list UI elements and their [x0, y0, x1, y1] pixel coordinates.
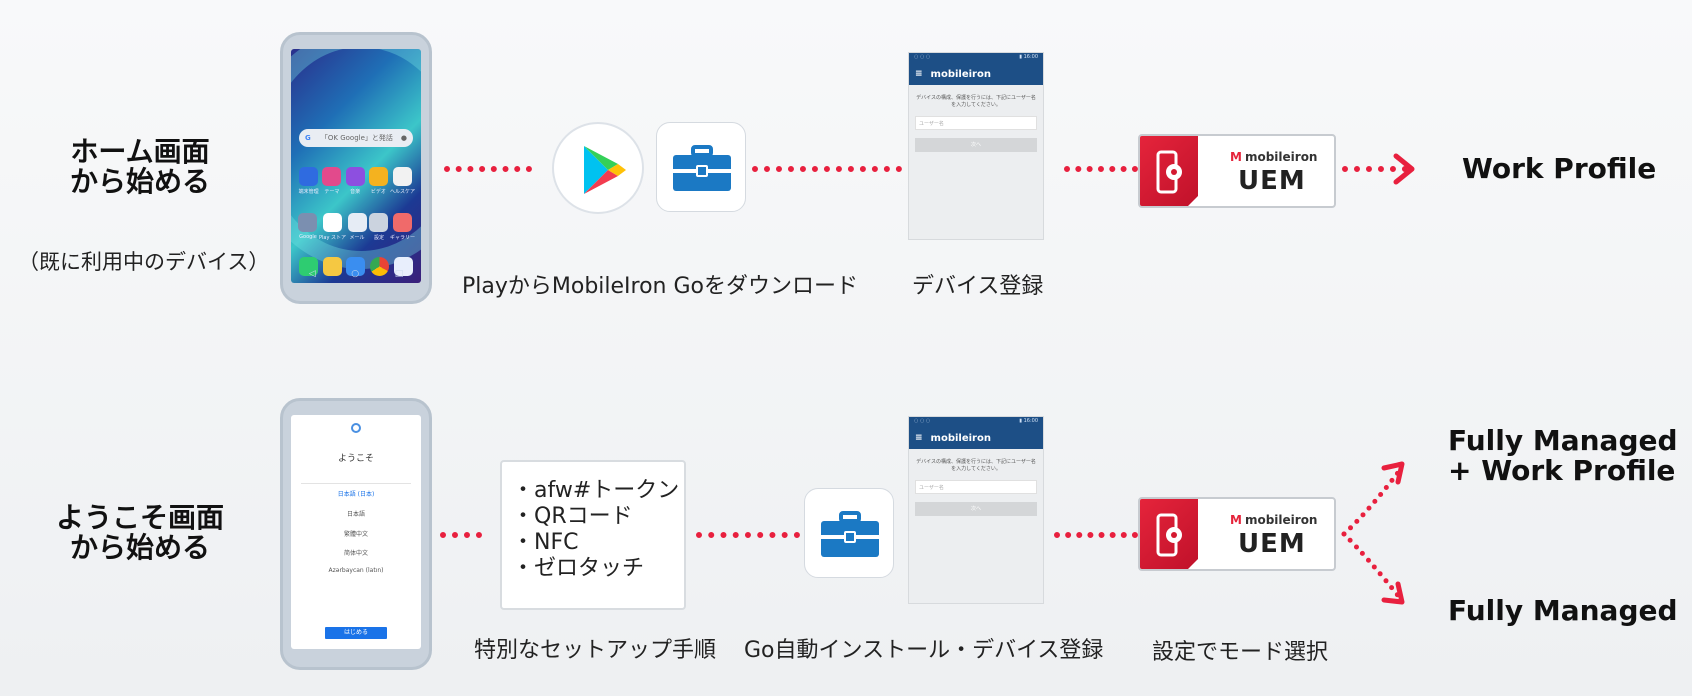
menu-icon: ≡: [915, 433, 923, 443]
row2-title-line2: から始める: [69, 531, 210, 564]
setup-method-item: ・ゼロタッチ: [512, 556, 645, 581]
uem-brand: mobileiron: [1244, 513, 1318, 527]
row2-step1-caption: 特別なセットアップ手順: [474, 638, 717, 663]
app-tile: Google: [297, 213, 319, 241]
home-screen-phone: G 「OK Google」と発話 ● 端末管理 テーマ 音楽 ビデオ ヘルスケア…: [280, 32, 432, 304]
row2-result-b: Fully Managed: [1448, 594, 1678, 627]
row2-result-a-line1: Fully Managed: [1448, 424, 1678, 457]
language-option: 日本語 (日本): [337, 491, 375, 498]
mobileiron-uem-logo: Mmobileiron UEM: [1138, 134, 1336, 208]
row2-title: ようこそ画面 から始める: [40, 503, 240, 563]
row2-step2-caption: Go自動インストール・デバイス登録: [744, 638, 1104, 663]
app-tile: ビデオ: [367, 167, 390, 195]
language-option: 繁體中文: [343, 531, 368, 538]
mi-brand: mobileiron: [930, 68, 991, 80]
connector-dots: [752, 166, 902, 172]
row2-step3-caption: 設定でモード選択: [1152, 640, 1329, 665]
app-tile: ギャラリー: [390, 213, 415, 241]
briefcase-icon: [656, 122, 746, 212]
nav-bar: ◁ ○ □: [291, 269, 421, 279]
app-tile: 端末管理: [297, 167, 320, 195]
app-tile: 音楽: [343, 167, 366, 195]
row1-title-line1: ホーム画面: [70, 135, 210, 168]
setup-method-item: ・QRコード: [512, 504, 633, 529]
mobileiron-uem-logo: Mmobileiron UEM: [1138, 497, 1336, 571]
connector-dots: [444, 166, 532, 172]
back-icon: ◁: [308, 269, 316, 279]
connector-dots: [696, 532, 800, 538]
menu-icon: ≡: [915, 69, 923, 79]
language-option: Azərbaycan (latın): [328, 567, 384, 574]
enroll-instructions: デバイスの構成、保護を行うには、下記にユーザー名を入力してください。: [916, 95, 1036, 108]
row2-result-a-line2: + Work Profile: [1448, 454, 1676, 487]
mic-icon: ●: [400, 134, 407, 142]
row1-title-line2: から始める: [69, 165, 210, 198]
gear-phone-icon: [1140, 136, 1199, 206]
setup-method-item: ・NFC: [512, 530, 579, 555]
app-tile: Play ストア: [319, 213, 346, 241]
setup-method-item: ・afw#トークン: [512, 478, 680, 503]
app-tile: メール: [346, 213, 368, 241]
app-tile: テーマ: [320, 167, 343, 195]
android-setup-icon: [351, 423, 361, 433]
row1-step2-caption: デバイス登録: [912, 274, 1044, 299]
row1-subtitle: （既に利用中のデバイス）: [18, 250, 270, 274]
app-grid: 端末管理 テーマ 音楽 ビデオ ヘルスケア: [297, 167, 415, 195]
enroll-instructions: デバイスの構成、保護を行うには、下記にユーザー名を入力してください。: [916, 459, 1036, 472]
connector-dots: [1064, 166, 1138, 172]
branch-arrows: [1341, 461, 1405, 605]
row1-step1-caption: PlayからMobileIron Goをダウンロード: [462, 274, 859, 299]
row2-result-a: Fully Managed + Work Profile: [1448, 426, 1678, 486]
app-tile: 設定: [368, 213, 390, 241]
home-screen: G 「OK Google」と発話 ● 端末管理 テーマ 音楽 ビデオ ヘルスケア…: [291, 49, 421, 283]
mi-brand: mobileiron: [930, 432, 991, 444]
row2-title-line1: ようこそ画面: [55, 501, 224, 534]
home-icon: ○: [351, 269, 360, 279]
briefcase-icon: [804, 488, 894, 578]
enrollment-screen: ◌ ◌ ◌ ▮ 16:00 ≡ mobileiron デバイスの構成、保護を行うに…: [908, 416, 1044, 604]
welcome-screen: ようこそ 日本語 (日本) 日本語 繁體中文 简体中文 Azərbaycan (…: [291, 415, 421, 649]
google-play-icon: [552, 122, 644, 214]
language-option: 简体中文: [343, 550, 368, 557]
connector-dots: [1054, 532, 1138, 538]
recents-icon: □: [394, 269, 404, 279]
setup-methods-box: ・afw#トークン ・QRコード ・NFC ・ゼロタッチ: [500, 460, 686, 610]
language-option: 日本語: [346, 511, 365, 518]
row1-result: Work Profile: [1462, 152, 1657, 185]
uem-product: UEM: [1238, 529, 1306, 559]
username-field: ユーザー名: [915, 480, 1037, 494]
gear-phone-icon: [1140, 499, 1199, 569]
next-button: 次へ: [915, 138, 1037, 152]
welcome-screen-phone: ようこそ 日本語 (日本) 日本語 繁體中文 简体中文 Azərbaycan (…: [280, 398, 432, 670]
connector-dots: [440, 532, 482, 538]
username-field: ユーザー名: [915, 116, 1037, 130]
app-grid-2: Google Play ストア メール 設定 ギャラリー: [297, 213, 415, 241]
welcome-title: ようこそ: [337, 454, 374, 464]
uem-brand: mobileiron: [1244, 150, 1318, 164]
next-button: 次へ: [915, 502, 1037, 516]
start-button: はじめる: [325, 627, 387, 639]
google-search-bar: G 「OK Google」と発話 ●: [299, 129, 413, 147]
arrow-head-icon: [1393, 153, 1415, 185]
row1-title: ホーム画面 から始める: [40, 137, 240, 197]
enrollment-screen: ◌ ◌ ◌ ▮ 16:00 ≡ mobileiron デバイスの構成、保護を行うに…: [908, 52, 1044, 240]
uem-product: UEM: [1238, 166, 1306, 196]
app-tile: ヘルスケア: [390, 167, 415, 195]
